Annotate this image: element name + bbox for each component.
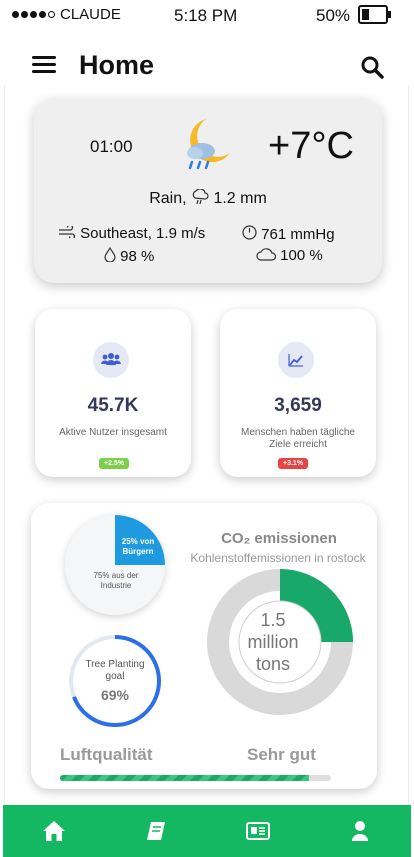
search-icon[interactable] — [360, 55, 384, 79]
weather-card[interactable]: 01:00 +7°C Rain, 1.2 mm Southeast, 1.9 m… — [34, 99, 382, 283]
wind-icon — [59, 224, 76, 240]
precipitation: 1.2 mm — [213, 190, 267, 207]
bottom-nav — [3, 805, 411, 857]
daily-goals-label: Menschen haben tägliche Ziele erreicht — [241, 427, 355, 450]
humidity-value: 98 % — [120, 248, 155, 265]
emissions-card[interactable]: 25% von Bürgern 75% aus der Industrie CO… — [31, 503, 377, 789]
humidity-icon — [104, 246, 116, 263]
pressure-value: 761 mmHg — [261, 226, 335, 243]
book-icon[interactable] — [136, 811, 176, 851]
cloud-icon — [256, 248, 277, 261]
active-users-value: 45.7K — [87, 395, 139, 416]
screen-edge — [408, 86, 409, 806]
pressure-row: 761 mmHg — [242, 225, 335, 243]
cloudiness-row: 100 % — [256, 247, 323, 264]
weather-condition-row: Rain, 1.2 mm — [34, 188, 382, 208]
co2-value: 1.5 million tons — [247, 610, 299, 674]
active-users-badge: +2.5% — [99, 458, 130, 469]
air-quality-value: Sehr gut — [247, 745, 316, 764]
active-users-label: Aktive Nutzer insgesamt — [59, 427, 167, 438]
air-quality-bar-fill — [60, 775, 310, 781]
weather-time: 01:00 — [90, 137, 133, 156]
clock: 5:18 PM — [174, 6, 238, 25]
home-icon[interactable] — [34, 811, 74, 851]
weather-condition: Rain, — [149, 190, 187, 207]
active-users-card[interactable]: 45.7K Aktive Nutzer insgesamt +2.5% — [35, 309, 191, 477]
signal-icon — [12, 11, 55, 18]
cloudiness-value: 100 % — [280, 247, 323, 264]
wind-row: Southeast, 1.9 m/s — [58, 224, 206, 242]
status-bar: CLAUDE 5:18 PM 50% — [0, 0, 414, 32]
rain-icon — [192, 188, 209, 205]
screen-edge — [4, 86, 5, 806]
daily-goals-card[interactable]: 3,659 Menschen haben tägliche Ziele erre… — [220, 309, 376, 477]
humidity-row: 98 % — [104, 246, 155, 265]
temperature: +7°C — [268, 125, 354, 167]
news-icon[interactable] — [238, 811, 278, 851]
carrier-name: CLAUDE — [60, 6, 121, 23]
pressure-icon — [242, 225, 257, 240]
battery-percent: 50% — [316, 6, 351, 25]
co2-subtitle: Kohlenstoffemissionen in rostock — [190, 551, 366, 565]
moon-rain-icon — [184, 115, 234, 175]
profile-icon[interactable] — [340, 811, 380, 851]
daily-goals-badge: +3.1% — [278, 458, 309, 469]
industry-slice-label: 75% aus der Industrie — [93, 571, 139, 590]
tree-goal-label: Tree Planting goal — [85, 659, 145, 682]
users-icon — [93, 342, 129, 378]
daily-goals-value: 3,659 — [274, 395, 322, 416]
citizens-slice-label: 25% von Bürgern — [121, 537, 155, 556]
menu-icon[interactable] — [32, 56, 56, 74]
tree-goal-value: 69% — [100, 687, 130, 703]
page-title: Home — [79, 50, 155, 80]
wind-value: Southeast, 1.9 m/s — [80, 225, 206, 242]
air-quality-bar — [60, 775, 331, 781]
citizens-pie-chart — [65, 515, 165, 615]
co2-title: CO₂ emissionen — [221, 530, 337, 547]
chart-icon — [278, 342, 314, 378]
battery-icon — [358, 5, 391, 24]
air-quality-label: Luftqualität — [60, 745, 153, 764]
